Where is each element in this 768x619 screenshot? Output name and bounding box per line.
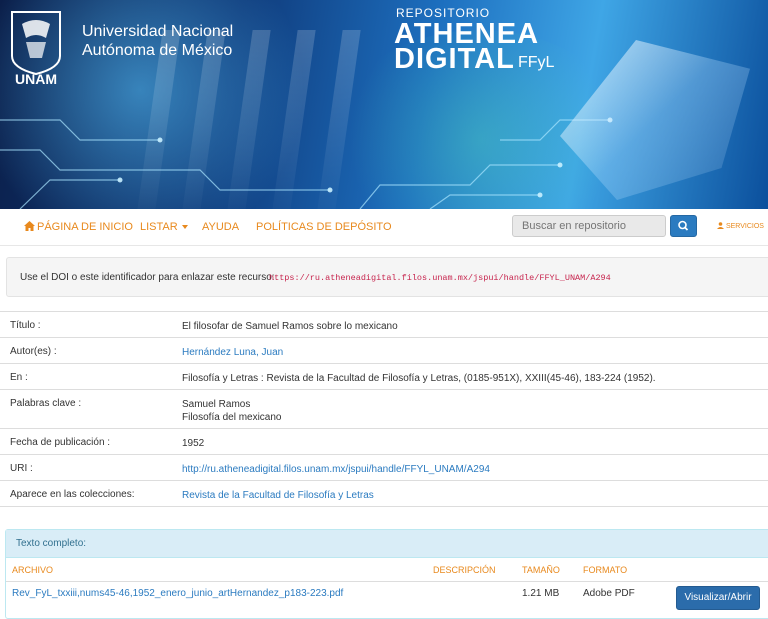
nav-home-link[interactable]: PÁGINA DE INICIO <box>24 221 133 233</box>
keyword-list: Samuel Ramos Filosofía del mexicano <box>182 398 282 424</box>
metadata-row-source: En : Filosofía y Letras : Revista de la … <box>0 364 768 390</box>
keyword: Filosofía del mexicano <box>182 412 282 423</box>
university-name-line: Universidad Nacional <box>82 23 234 40</box>
search-button[interactable] <box>670 215 697 237</box>
author-link[interactable]: Hernández Luna, Juan <box>182 346 283 359</box>
file-size: 1.21 MB <box>522 588 560 599</box>
collection-link[interactable]: Revista de la Facultad de Filosofía y Le… <box>182 489 374 502</box>
column-header-format: FORMATO <box>583 565 628 575</box>
metadata-row-date: Fecha de publicación : 1952 <box>0 429 768 455</box>
metadata-row-uri: URI : http://ru.atheneadigital.filos.una… <box>0 455 768 481</box>
metadata-label: URI : <box>10 463 33 474</box>
unam-logo[interactable]: UNAM <box>6 8 66 86</box>
header-banner: UNAM Universidad Nacional Autónoma de Mé… <box>0 0 768 209</box>
nav-help-link[interactable]: AYUDA <box>202 221 239 233</box>
column-header-size: TAMAÑO <box>522 565 560 575</box>
university-name: Universidad Nacional Autónoma de México <box>82 22 233 60</box>
metadata-value: El filosofar de Samuel Ramos sobre lo me… <box>182 321 398 332</box>
file-format: Adobe PDF <box>583 588 635 599</box>
search-input[interactable] <box>512 215 666 237</box>
nav-browse-dropdown[interactable]: LISTAR <box>140 221 188 233</box>
metadata-label: Palabras clave : <box>10 398 82 409</box>
table-divider <box>6 581 768 582</box>
home-icon <box>24 221 35 231</box>
view-open-button[interactable]: Visualizar/Abrir <box>676 586 760 610</box>
metadata-label: Fecha de publicación : <box>10 437 111 448</box>
doi-identifier: https://ru.atheneadigital.filos.unam.mx/… <box>269 273 611 283</box>
item-metadata-table: Título : El filosofar de Samuel Ramos so… <box>0 311 768 507</box>
main-navbar: PÁGINA DE INICIO LISTAR AYUDA POLÍTICAS … <box>0 209 768 246</box>
services-label: SERVICIOS <box>725 223 764 230</box>
fulltext-panel: Texto completo: ARCHIVO DESCRIPCIÓN TAMA… <box>5 529 768 619</box>
repository-suffix: FFyL <box>518 54 555 71</box>
uri-link[interactable]: http://ru.atheneadigital.filos.unam.mx/j… <box>182 463 490 476</box>
nav-browse-label: LISTAR <box>140 221 178 233</box>
nav-home-label: PÁGINA DE INICIO <box>37 221 133 233</box>
caret-down-icon <box>181 225 188 230</box>
file-name-link[interactable]: Rev_FyL_txxiii,nums45-46,1952_enero_juni… <box>12 588 343 599</box>
keyword: Samuel Ramos <box>182 399 251 410</box>
doi-notice: Use el DOI o este identificador para enl… <box>6 257 768 297</box>
repository-title: DIGITAL <box>394 43 515 75</box>
metadata-row-authors: Autor(es) : Hernández Luna, Juan <box>0 338 768 364</box>
column-header-description: DESCRIPCIÓN <box>433 565 496 575</box>
svg-text:UNAM: UNAM <box>15 71 57 86</box>
fulltext-panel-title: Texto completo: <box>16 538 87 549</box>
search-icon <box>678 220 689 231</box>
university-name-line: Autónoma de México <box>82 42 233 59</box>
metadata-label: Autor(es) : <box>10 346 57 357</box>
column-header-file: ARCHIVO <box>12 565 54 575</box>
user-icon <box>717 222 724 229</box>
nav-policies-link[interactable]: POLÍTICAS DE DEPÓSITO <box>256 221 392 233</box>
metadata-value: 1952 <box>182 438 205 449</box>
metadata-row-collections: Aparece en las colecciones: Revista de l… <box>0 481 768 507</box>
services-menu[interactable]: SERVICIOS <box>717 222 764 230</box>
metadata-row-title: Título : El filosofar de Samuel Ramos so… <box>0 312 768 338</box>
fulltext-panel-header: Texto completo: <box>6 530 768 558</box>
doi-notice-text: Use el DOI o este identificador para enl… <box>20 272 275 283</box>
metadata-row-keywords: Palabras clave : Samuel Ramos Filosofía … <box>0 390 768 429</box>
metadata-value: Filosofía y Letras : Revista de la Facul… <box>182 373 656 384</box>
metadata-label: En : <box>10 372 28 383</box>
metadata-label: Aparece en las colecciones: <box>10 489 135 500</box>
metadata-label: Título : <box>10 320 41 331</box>
